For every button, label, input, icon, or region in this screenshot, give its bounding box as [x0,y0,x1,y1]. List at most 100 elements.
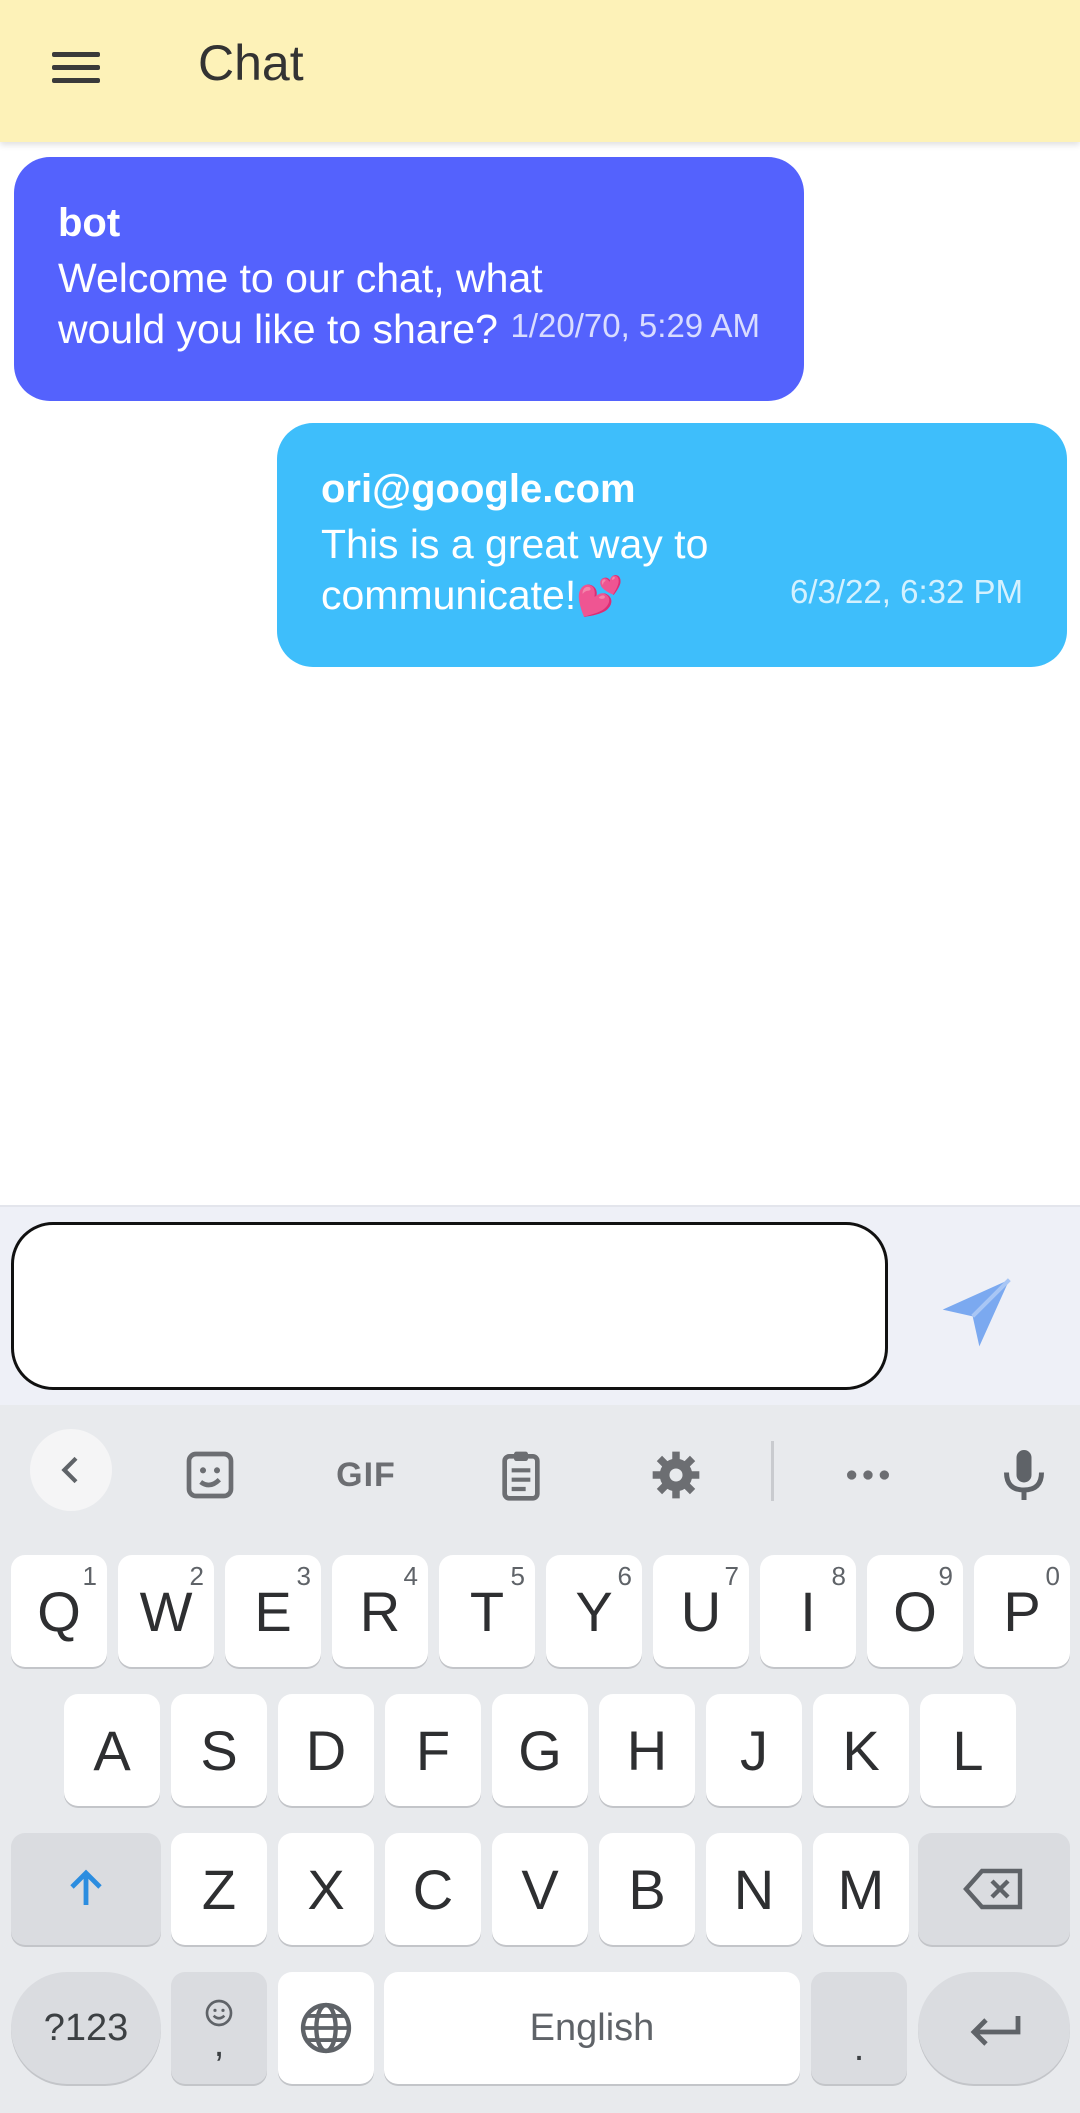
key-label: E [254,1579,292,1643]
keyboard: GIF Q1 W2 E3 R4 T5 Y6 U7 I8 O9 P0 A S D … [0,1405,1080,2113]
key-label: B [628,1857,666,1921]
key-w[interactable]: W2 [118,1555,214,1667]
key-label: V [521,1857,559,1921]
key-t[interactable]: T5 [439,1555,535,1667]
arrow-up-icon [70,1869,102,1905]
key-u[interactable]: U7 [653,1555,749,1667]
language-key[interactable] [278,1972,374,2084]
message-text-wrapper: This is a great way to communicate!💕 [321,519,801,622]
message-text: Welcome to our chat, what would you like… [58,255,543,352]
gif-label: GIF [336,1455,396,1494]
key-v[interactable]: V [492,1833,588,1945]
key-hint: 5 [510,1561,525,1591]
key-label: . [853,2027,865,2069]
key-b[interactable]: B [599,1833,695,1945]
key-label: L [952,1718,984,1782]
key-label: C [412,1857,454,1921]
key-i[interactable]: I8 [760,1555,856,1667]
gif-button[interactable]: GIF [326,1435,406,1515]
backspace-key[interactable] [918,1833,1070,1945]
key-label: P [1003,1579,1041,1643]
shift-key[interactable] [11,1833,161,1945]
key-j[interactable]: J [706,1694,802,1806]
backspace-icon [963,1868,1023,1910]
space-key[interactable]: English [384,1972,800,2084]
message-sender: ori@google.com [321,467,636,511]
key-label: K [842,1718,880,1782]
toolbar-divider [771,1441,774,1501]
settings-icon[interactable] [636,1435,716,1515]
key-g[interactable]: G [492,1694,588,1806]
message-text: This is a great way to communicate! [321,521,709,618]
key-label: U [680,1579,722,1643]
page-title: Chat [198,35,304,91]
key-q[interactable]: Q1 [11,1555,107,1667]
key-hint: 4 [403,1561,418,1591]
key-m[interactable]: M [813,1833,909,1945]
key-label: Q [37,1579,81,1643]
send-icon[interactable] [936,1273,1016,1353]
more-icon[interactable] [828,1435,908,1515]
key-r[interactable]: R4 [332,1555,428,1667]
chevron-left-icon[interactable] [30,1429,112,1511]
key-x[interactable]: X [278,1833,374,1945]
key-hint: 7 [724,1561,739,1591]
key-c[interactable]: C [385,1833,481,1945]
key-label: , [213,2023,225,2065]
key-e[interactable]: E3 [225,1555,321,1667]
key-label: R [359,1579,401,1643]
key-label: ?123 [43,2006,129,2049]
key-y[interactable]: Y6 [546,1555,642,1667]
key-a[interactable]: A [64,1694,160,1806]
key-label: S [200,1718,238,1782]
key-label: T [469,1579,505,1643]
key-label: I [800,1579,816,1643]
keyboard-toolbar: GIF [0,1405,1080,1535]
key-z[interactable]: Z [171,1833,267,1945]
menu-icon[interactable] [38,38,114,94]
key-label: O [893,1579,937,1643]
key-label: W [139,1579,193,1643]
message-bubble-bot: bot Welcome to our chat, what would you … [14,157,804,401]
message-timestamp: 6/3/22, 6:32 PM [790,573,1023,610]
clipboard-icon[interactable] [481,1435,561,1515]
key-p[interactable]: P0 [974,1555,1070,1667]
key-label: G [518,1718,562,1782]
key-h[interactable]: H [599,1694,695,1806]
key-label: A [93,1718,131,1782]
message-bubble-user: ori@google.com This is a great way to co… [277,423,1067,667]
composer-bar [0,1205,1080,1407]
key-hint: 3 [296,1561,311,1591]
sticker-icon[interactable] [170,1435,250,1515]
two-hearts-emoji: 💕 [576,574,624,618]
message-sender: bot [58,201,121,245]
enter-key[interactable] [918,1972,1070,2084]
key-hint: 9 [938,1561,953,1591]
symbols-key[interactable]: ?123 [11,1972,161,2084]
key-label: Y [575,1579,613,1643]
key-o[interactable]: O9 [867,1555,963,1667]
key-k[interactable]: K [813,1694,909,1806]
message-input[interactable] [11,1222,888,1390]
emoji-comma-key[interactable]: , [171,1972,267,2084]
key-hint: 8 [831,1561,846,1591]
key-label: F [415,1718,451,1782]
key-label: D [305,1718,347,1782]
app-bar: Chat [0,0,1080,142]
message-timestamp: 1/20/70, 5:29 AM [510,307,760,344]
key-s[interactable]: S [171,1694,267,1806]
key-label: H [626,1718,668,1782]
key-label: English [529,2006,655,2049]
key-label: N [733,1857,775,1921]
key-hint: 2 [189,1561,204,1591]
key-label: J [740,1718,768,1782]
key-f[interactable]: F [385,1694,481,1806]
key-n[interactable]: N [706,1833,802,1945]
key-label: Z [201,1857,237,1921]
key-d[interactable]: D [278,1694,374,1806]
period-key[interactable]: . [811,1972,907,2084]
key-hint: 6 [617,1561,632,1591]
key-label: M [837,1857,885,1921]
mic-icon[interactable] [984,1435,1064,1515]
key-l[interactable]: L [920,1694,1016,1806]
